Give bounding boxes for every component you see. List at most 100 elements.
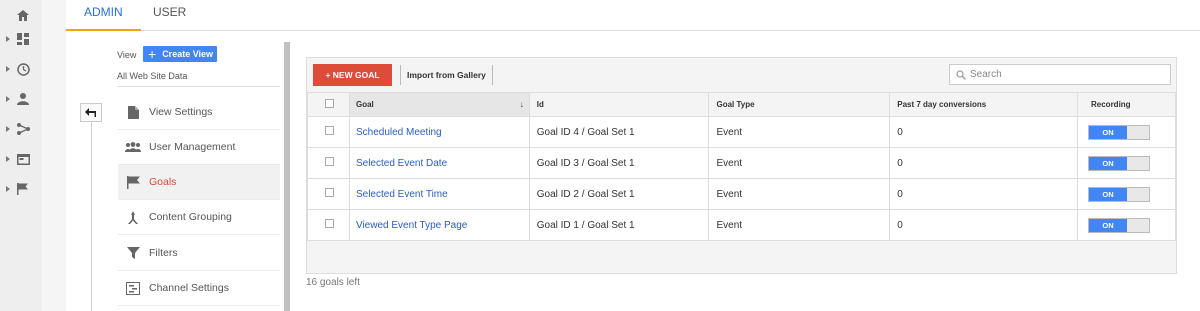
row-select-cell <box>307 178 350 210</box>
table-header-row: Goal ↓ Id Goal Type Past 7 day conversion… <box>307 92 1176 117</box>
column-header-goal-type[interactable]: Goal Type <box>708 92 891 117</box>
nav-item-view-settings[interactable]: View Settings <box>118 95 280 130</box>
new-goal-button[interactable]: + NEW GOAL <box>313 64 392 86</box>
table-row: Selected Event Time Goal ID 2 / Goal Set… <box>307 178 1176 210</box>
nav-item-label: Content Grouping <box>149 211 232 223</box>
goal-cell: Selected Event Date <box>348 147 530 179</box>
recording-cell: ON <box>1077 147 1176 179</box>
id-cell: Goal ID 1 / Goal Set 1 <box>528 209 710 241</box>
clock-icon <box>17 62 30 76</box>
row-select-cell <box>307 116 350 148</box>
recording-toggle[interactable]: ON <box>1088 217 1150 233</box>
rail-acquisition[interactable] <box>0 114 42 144</box>
row-checkbox[interactable] <box>325 157 334 166</box>
goals-table: Goal ↓ Id Goal Type Past 7 day conversion… <box>307 92 1176 241</box>
caret-right-icon <box>6 36 10 42</box>
panel-scrollbar[interactable] <box>284 42 290 311</box>
recording-cell: ON <box>1077 116 1176 148</box>
flag-icon <box>17 183 28 195</box>
filter-icon <box>126 247 140 259</box>
person-icon <box>17 93 29 105</box>
search-icon <box>956 69 966 80</box>
tab-admin[interactable]: ADMIN <box>66 0 141 31</box>
type-cell: Event <box>708 147 891 179</box>
conversions-cell: 0 <box>889 178 1078 210</box>
goal-link[interactable]: Viewed Event Type Page <box>356 220 467 231</box>
plus-icon: + <box>148 46 157 62</box>
nav-item-filters[interactable]: Filters <box>118 236 280 271</box>
people-icon <box>125 142 141 152</box>
sort-arrow-icon: ↓ <box>519 100 524 109</box>
row-select-cell <box>307 147 350 179</box>
goal-link[interactable]: Selected Event Time <box>356 189 448 200</box>
conversions-cell: 0 <box>889 209 1078 241</box>
left-rail <box>0 0 42 311</box>
dashboard-icon <box>17 33 29 45</box>
recording-cell: ON <box>1077 178 1176 210</box>
goal-cell: Selected Event Time <box>348 178 530 210</box>
column-header-recording[interactable]: Recording <box>1077 92 1176 117</box>
nav-item-content-grouping[interactable]: Content Grouping <box>118 200 280 235</box>
create-view-button[interactable]: + Create View <box>143 46 217 62</box>
search-input[interactable] <box>970 69 1160 80</box>
nav-item-channel-settings[interactable]: Channel Settings <box>118 271 280 306</box>
acquisition-icon <box>17 123 30 135</box>
nav-item-label: View Settings <box>149 106 213 118</box>
tab-user[interactable]: USER <box>153 0 186 31</box>
column-header-conversions[interactable]: Past 7 day conversions <box>889 92 1078 117</box>
grouping-icon <box>128 210 138 224</box>
goal-link[interactable]: Selected Event Date <box>356 158 447 169</box>
caret-right-icon <box>6 66 10 72</box>
type-cell: Event <box>708 116 891 148</box>
type-cell: Event <box>708 178 891 210</box>
recording-toggle[interactable]: ON <box>1088 155 1150 171</box>
rail-conversions[interactable] <box>0 174 42 204</box>
row-select-cell <box>307 209 350 241</box>
column-header-label: Goal <box>355 100 374 109</box>
nav-item-goals[interactable]: Goals <box>118 165 280 200</box>
row-checkbox[interactable] <box>325 126 334 135</box>
top-tabs: ADMIN USER <box>66 0 1200 31</box>
toggle-on-label: ON <box>1089 125 1127 139</box>
column-header-id[interactable]: Id <box>528 92 710 117</box>
toggle-on-label: ON <box>1089 156 1127 170</box>
view-name[interactable]: All Web Site Data <box>117 71 187 81</box>
nav-item-label: Filters <box>149 247 178 259</box>
recording-toggle[interactable]: ON <box>1088 186 1150 202</box>
row-checkbox[interactable] <box>325 188 334 197</box>
rail-behavior[interactable] <box>0 144 42 174</box>
create-view-label: Create View <box>162 49 214 59</box>
rail-realtime[interactable] <box>0 54 42 84</box>
rail-audience[interactable] <box>0 84 42 114</box>
id-cell: Goal ID 4 / Goal Set 1 <box>528 116 710 148</box>
nav-item-label: Goals <box>149 176 177 188</box>
admin-view-panel: View + Create View All Web Site Data Vie… <box>66 31 286 311</box>
select-all-cell <box>307 92 350 117</box>
id-cell: Goal ID 2 / Goal Set 1 <box>528 178 710 210</box>
table-row: Selected Event Date Goal ID 3 / Goal Set… <box>307 147 1176 179</box>
select-all-checkbox[interactable] <box>325 99 334 108</box>
channel-icon <box>126 281 140 295</box>
conversions-cell: 0 <box>889 147 1078 179</box>
caret-right-icon <box>6 156 10 162</box>
conversions-cell: 0 <box>889 116 1078 148</box>
nav-item-label: User Management <box>149 141 236 153</box>
recording-toggle[interactable]: ON <box>1088 124 1150 140</box>
goal-link[interactable]: Scheduled Meeting <box>356 127 442 138</box>
goal-cell: Viewed Event Type Page <box>348 209 530 241</box>
import-from-gallery-button[interactable]: Import from Gallery <box>400 65 493 85</box>
column-header-goal[interactable]: Goal ↓ <box>348 92 530 117</box>
flag-icon <box>126 175 140 189</box>
recording-cell: ON <box>1077 209 1176 241</box>
goals-left-note: 16 goals left <box>306 277 360 288</box>
caret-right-icon <box>6 186 10 192</box>
goals-toolbar: + NEW GOAL Import from Gallery <box>307 58 1176 92</box>
goal-cell: Scheduled Meeting <box>348 116 530 148</box>
caret-right-icon <box>6 96 10 102</box>
back-button[interactable] <box>80 103 102 122</box>
caret-right-icon <box>6 126 10 132</box>
row-checkbox[interactable] <box>325 219 334 228</box>
behavior-icon <box>17 153 30 165</box>
nav-item-user-management[interactable]: User Management <box>118 130 280 165</box>
rail-customization[interactable] <box>0 24 42 54</box>
